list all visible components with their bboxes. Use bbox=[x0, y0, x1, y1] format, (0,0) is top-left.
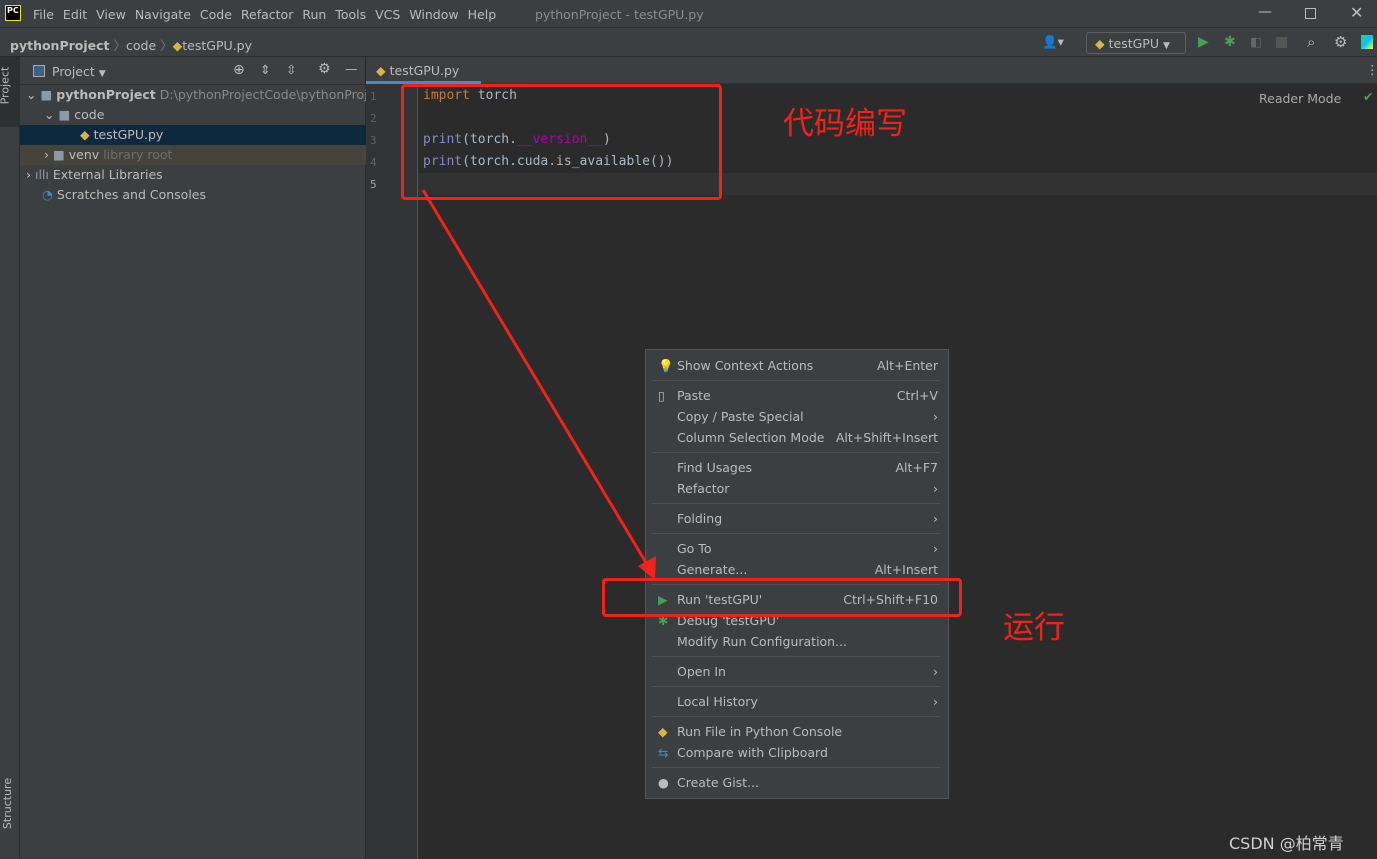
watermark: CSDN @柏常青 bbox=[1229, 834, 1344, 853]
run-annotation: 运行 bbox=[1003, 610, 1065, 646]
code-annotation: 代码编写 bbox=[783, 106, 907, 142]
annotation-arrow bbox=[421, 189, 656, 580]
